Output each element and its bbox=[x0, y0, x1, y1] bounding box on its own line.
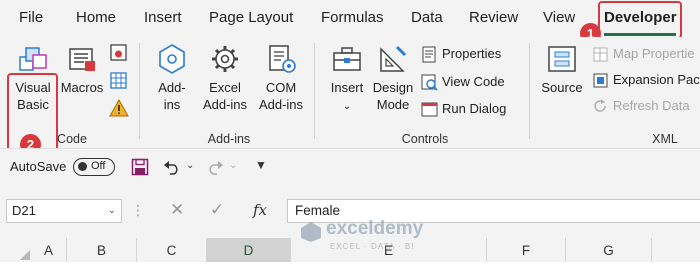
watermark-name: exceldemy bbox=[326, 218, 424, 239]
tab-data[interactable]: Data bbox=[411, 9, 443, 26]
tab-review[interactable]: Review bbox=[469, 9, 518, 26]
tab-formulas[interactable]: Formulas bbox=[321, 9, 384, 26]
group-separator bbox=[529, 43, 530, 139]
ribbon: Visual Basic 2 Macros Code Add- ins Exce… bbox=[0, 37, 700, 164]
column-header-a[interactable]: A bbox=[31, 238, 67, 264]
design-mode-label-2: Mode bbox=[376, 97, 410, 112]
source-icon bbox=[548, 46, 576, 72]
worksheet-grid[interactable] bbox=[0, 262, 700, 268]
watermark-tagline: EXCEL · DATA · BI bbox=[330, 242, 415, 251]
tab-home[interactable]: Home bbox=[76, 9, 116, 26]
macros-button[interactable]: Macros bbox=[59, 43, 105, 96]
design-mode-label-1: Design bbox=[372, 80, 414, 95]
com-add-ins-label-1: COM bbox=[265, 80, 297, 95]
view-code-icon bbox=[421, 74, 438, 91]
refresh-data-button[interactable]: Refresh Data bbox=[592, 96, 690, 116]
run-dialog-button[interactable]: Run Dialog bbox=[421, 99, 506, 119]
cancel-icon[interactable]: ✕ bbox=[170, 200, 184, 220]
tab-insert[interactable]: Insert bbox=[144, 9, 182, 26]
macros-label: Macros bbox=[60, 80, 104, 95]
chevron-down-icon[interactable]: ⌄ bbox=[108, 200, 116, 222]
tab-file[interactable]: File bbox=[19, 9, 43, 26]
com-add-ins-label-2: Add-ins bbox=[258, 97, 304, 112]
save-icon[interactable] bbox=[131, 158, 149, 176]
developer-highlight-box bbox=[598, 1, 682, 39]
run-dialog-label: Run Dialog bbox=[442, 101, 507, 116]
column-header-f[interactable]: F bbox=[487, 238, 566, 264]
excel-add-ins-label-2: Add-ins bbox=[202, 97, 248, 112]
undo-icon[interactable] bbox=[163, 159, 181, 175]
visual-basic-icon bbox=[19, 47, 47, 71]
toolbox-icon bbox=[333, 47, 361, 71]
undo-dropdown-icon[interactable]: ⌄ bbox=[186, 160, 194, 171]
com-add-ins-button[interactable]: COM Add-ins bbox=[253, 43, 309, 113]
tab-page-layout[interactable]: Page Layout bbox=[209, 9, 293, 26]
map-properties-icon bbox=[593, 47, 608, 62]
column-header-d[interactable]: D bbox=[207, 238, 291, 264]
add-ins-icon bbox=[159, 44, 185, 74]
map-properties-button[interactable]: Map Propertie bbox=[592, 44, 695, 64]
autosave-label: AutoSave bbox=[10, 159, 67, 174]
more-options-icon[interactable]: ⋮ bbox=[131, 202, 145, 219]
map-properties-label: Map Propertie bbox=[613, 46, 695, 61]
expansion-packs-label: Expansion Pack bbox=[613, 72, 700, 87]
excel-add-ins-label-1: Excel bbox=[209, 80, 241, 95]
group-separator bbox=[139, 43, 140, 139]
autosave-toggle[interactable]: Off bbox=[73, 158, 115, 176]
column-header-b[interactable]: B bbox=[67, 238, 137, 264]
watermark: exceldemy EXCEL · DATA · BI bbox=[300, 218, 470, 258]
add-ins-group-label: Add-ins bbox=[207, 132, 251, 146]
controls-group-label: Controls bbox=[401, 132, 449, 146]
properties-icon bbox=[422, 46, 436, 63]
add-ins-label-2: ins bbox=[163, 97, 181, 112]
redo-dropdown-icon[interactable]: ⌄ bbox=[229, 160, 237, 171]
macros-icon bbox=[69, 48, 95, 71]
properties-button[interactable]: Properties bbox=[421, 44, 501, 64]
redo-icon[interactable] bbox=[206, 159, 224, 175]
add-ins-button[interactable]: Add- ins bbox=[152, 43, 192, 113]
design-mode-button[interactable]: Design Mode bbox=[370, 43, 416, 113]
select-all-corner[interactable] bbox=[20, 250, 30, 260]
com-add-ins-icon bbox=[269, 45, 296, 73]
name-box-value: D21 bbox=[12, 203, 36, 218]
chevron-down-icon: ⌄ bbox=[342, 101, 352, 112]
customize-qat-icon[interactable]: ▼ bbox=[255, 158, 267, 172]
expansion-packs-icon bbox=[593, 73, 608, 88]
source-button[interactable]: Source bbox=[537, 43, 587, 96]
view-code-button[interactable]: View Code bbox=[421, 72, 505, 92]
refresh-data-label: Refresh Data bbox=[613, 98, 690, 113]
expansion-packs-button[interactable]: Expansion Pack bbox=[592, 70, 700, 90]
column-header-c[interactable]: C bbox=[137, 238, 207, 264]
insert-control-button[interactable]: Insert ⌄ bbox=[325, 43, 369, 115]
insert-control-label: Insert bbox=[330, 80, 364, 95]
properties-label: Properties bbox=[442, 46, 502, 61]
quick-access-toolbar: AutoSave Off ⌄ ⌄ ▼ bbox=[0, 148, 700, 185]
insert-function-icon[interactable]: fx bbox=[253, 201, 267, 219]
ribbon-tabs: File Home Insert Page Layout Formulas Da… bbox=[0, 0, 700, 44]
source-label: Source bbox=[541, 80, 583, 95]
code-group-label: Code bbox=[57, 132, 87, 146]
add-ins-label-1: Add- bbox=[158, 80, 186, 95]
tab-view[interactable]: View bbox=[543, 9, 575, 26]
excel-add-ins-button[interactable]: Excel Add-ins bbox=[197, 43, 253, 113]
gear-icon bbox=[212, 46, 238, 72]
record-macro-icon[interactable] bbox=[109, 43, 129, 63]
design-mode-icon bbox=[380, 45, 407, 72]
macro-security-icon[interactable] bbox=[109, 98, 129, 118]
exceldemy-logo-icon bbox=[301, 222, 321, 242]
relative-references-icon[interactable] bbox=[109, 71, 129, 91]
refresh-icon bbox=[594, 99, 606, 112]
group-separator bbox=[314, 43, 315, 139]
toggle-knob bbox=[78, 162, 87, 171]
name-box[interactable]: D21 ⌄ bbox=[6, 199, 122, 223]
column-header-g[interactable]: G bbox=[566, 238, 652, 264]
enter-check-icon[interactable]: ✓ bbox=[210, 200, 224, 220]
autosave-state: Off bbox=[91, 160, 106, 172]
view-code-label: View Code bbox=[442, 74, 505, 89]
run-dialog-icon bbox=[421, 102, 438, 117]
xml-group-label: XML bbox=[652, 132, 678, 146]
